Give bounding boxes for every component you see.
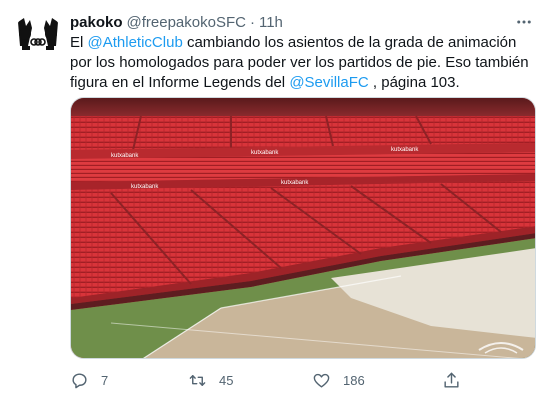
retweet-button[interactable]: 45: [188, 368, 233, 392]
more-dots-icon[interactable]: [512, 10, 536, 34]
retweet-icon: [189, 374, 206, 386]
user-handle[interactable]: @freepakokoSFC: [127, 14, 246, 31]
timestamp[interactable]: 11h: [259, 14, 283, 31]
like-button[interactable]: 186: [312, 368, 365, 392]
reply-count: 7: [101, 372, 109, 388]
tweet-actions: 7 45 186: [70, 368, 490, 392]
heart-icon: [313, 373, 330, 388]
avatar[interactable]: [14, 12, 62, 60]
sponsor-text: kutxabank: [281, 180, 309, 186]
avatar-image: [14, 12, 62, 60]
display-name[interactable]: pakoko: [70, 14, 123, 31]
text-part: , página 103.: [368, 74, 460, 91]
share-icon: [444, 372, 459, 388]
sponsor-text: kutxabank: [391, 147, 419, 153]
separator-dot: ·: [249, 13, 255, 31]
text-part: El: [70, 34, 88, 51]
mention-athleticclub[interactable]: @AthleticClub: [88, 34, 183, 51]
like-count: 186: [343, 372, 365, 388]
reply-icon: [72, 372, 87, 388]
tweet-photo[interactable]: kutxabank kutxabank kutxabank kutxabank …: [70, 97, 536, 359]
tweet[interactable]: pakoko @freepakokoSFC · 11h El @Athletic…: [0, 0, 550, 400]
share-button[interactable]: [442, 368, 461, 392]
reply-button[interactable]: 7: [70, 368, 108, 392]
stadium-photo: kutxabank kutxabank kutxabank kutxabank …: [71, 98, 535, 358]
retweet-count: 45: [219, 372, 234, 388]
sponsor-text: kutxabank: [251, 150, 279, 156]
tweet-header: pakoko @freepakokoSFC · 11h: [70, 12, 536, 32]
mention-sevillafc[interactable]: @SevillaFC: [289, 74, 368, 91]
tweet-text: El @AthleticClub cambiando los asientos …: [70, 33, 536, 93]
